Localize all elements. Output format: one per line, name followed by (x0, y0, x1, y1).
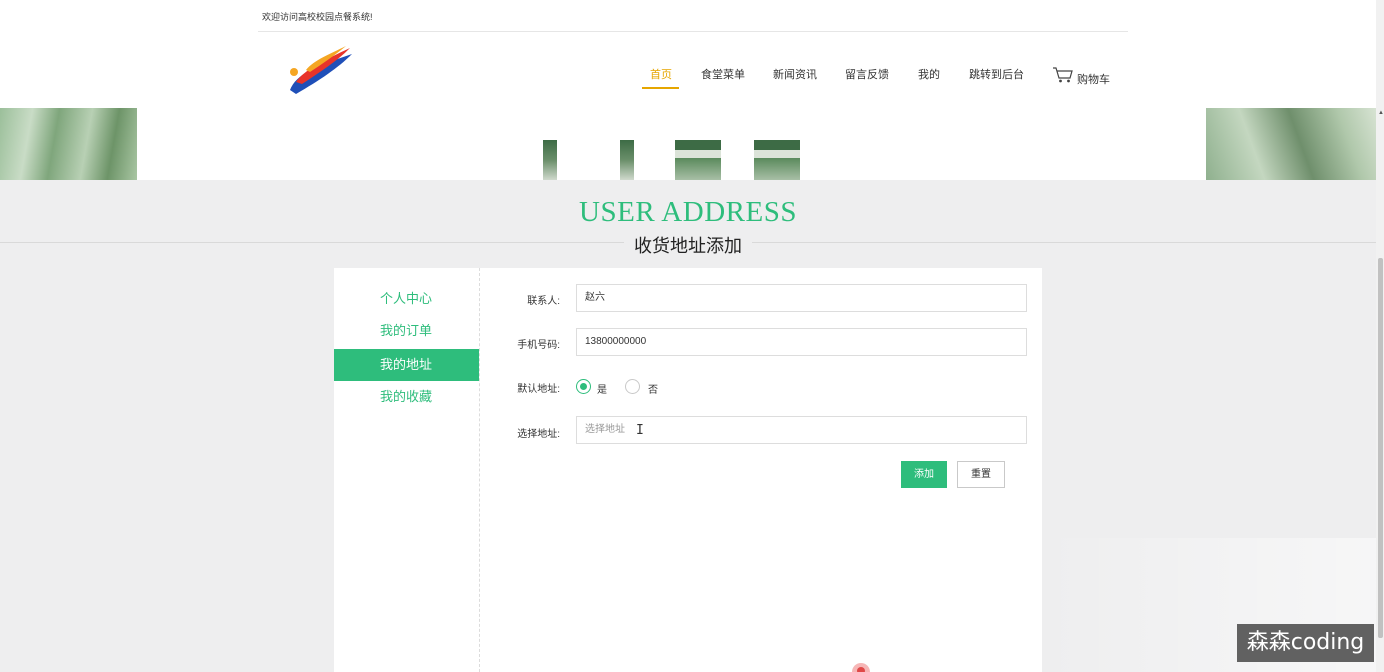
default-yes-radio[interactable] (576, 379, 591, 394)
section-title-en: USER ADDRESS (579, 196, 797, 228)
banner-letter (543, 140, 557, 180)
sidebar-item-address[interactable]: 我的地址 (334, 349, 479, 381)
banner-photo-left (0, 108, 137, 180)
header-divider (258, 31, 1128, 32)
nav-admin[interactable]: 跳转到后台 (969, 66, 1024, 90)
default-yes-label[interactable]: 是 (597, 381, 607, 396)
banner-letter (675, 140, 721, 180)
cart-icon[interactable] (1052, 66, 1074, 84)
reset-button[interactable]: 重置 (957, 461, 1005, 488)
banner-image (0, 108, 1376, 180)
text-cursor-icon: I (636, 423, 644, 438)
section-title-cn: 收货地址添加 (624, 232, 752, 258)
address-label: 选择地址: (517, 429, 560, 440)
site-header: 欢迎访问高校校园点餐系统! 首页 食堂菜单 新闻资讯 留言反馈 我的 跳转到后台… (0, 0, 1376, 108)
add-button[interactable]: 添加 (901, 461, 947, 488)
welcome-text: 欢迎访问高校校园点餐系统! (262, 12, 373, 22)
banner-letter (620, 140, 634, 180)
watermark: 森森coding (1237, 624, 1374, 662)
nav-canteen-menu[interactable]: 食堂菜单 (701, 66, 745, 90)
contact-label: 联系人: (527, 296, 560, 307)
sidebar-item-orders[interactable]: 我的订单 (334, 315, 479, 347)
contact-input[interactable]: 赵六 (576, 284, 1027, 312)
brand-logo[interactable] (286, 44, 356, 98)
phone-input[interactable]: 13800000000 (576, 328, 1027, 356)
scroll-up-icon[interactable]: ▲ (1378, 110, 1384, 116)
nav-news[interactable]: 新闻资讯 (773, 66, 817, 90)
banner-letter (754, 140, 800, 180)
default-no-radio[interactable] (625, 379, 640, 394)
sidebar-item-favorites[interactable]: 我的收藏 (334, 381, 479, 413)
nav-feedback[interactable]: 留言反馈 (845, 66, 889, 90)
cart-label[interactable]: 购物车 (1077, 71, 1110, 87)
default-address-label: 默认地址: (517, 384, 560, 395)
nav-mine[interactable]: 我的 (918, 66, 940, 90)
banner-photo-right (1206, 108, 1376, 180)
user-sidebar: 个人中心 我的订单 我的地址 我的收藏 (334, 268, 480, 672)
scrollbar-thumb[interactable] (1378, 258, 1383, 638)
phone-label: 手机号码: (517, 340, 560, 351)
default-no-label[interactable]: 否 (648, 381, 658, 396)
sidebar-item-profile[interactable]: 个人中心 (334, 283, 479, 315)
nav-active-indicator (642, 87, 679, 89)
